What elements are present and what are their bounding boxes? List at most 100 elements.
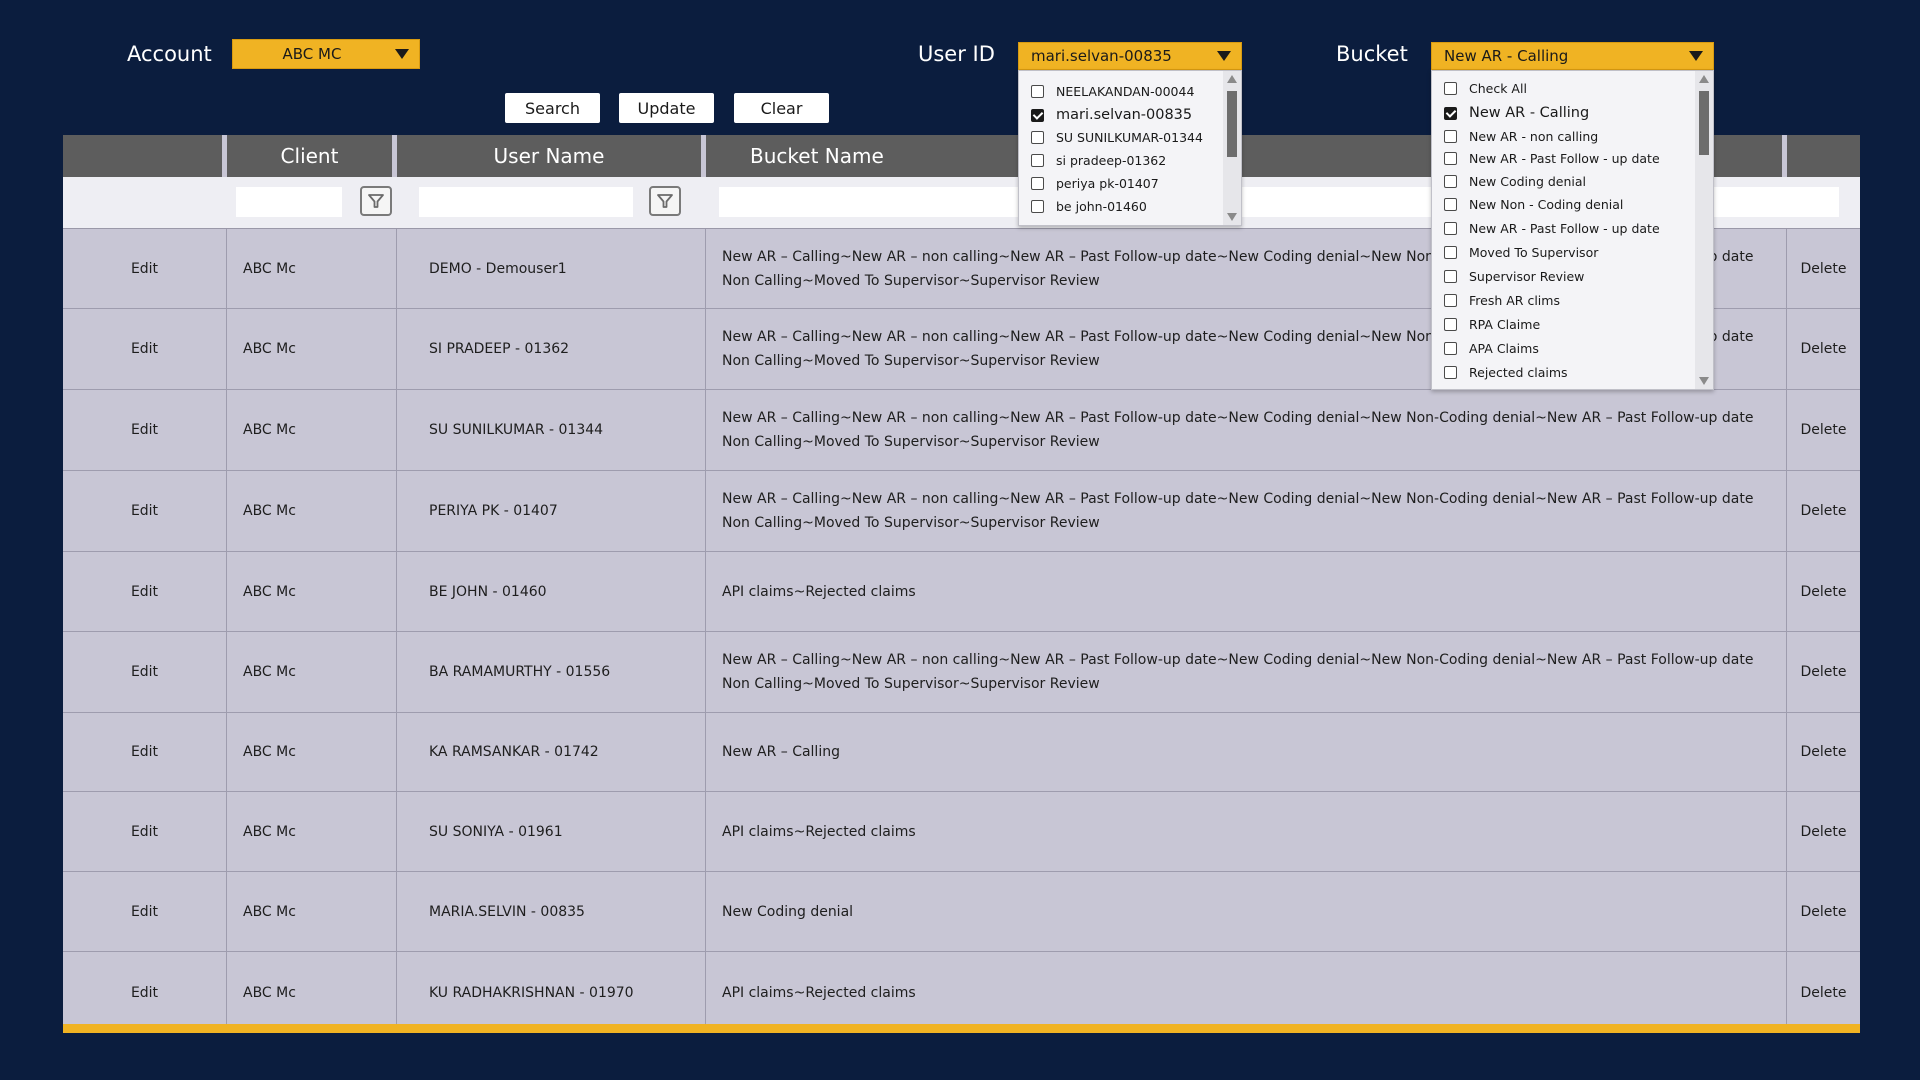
checkbox-checked-icon[interactable] <box>1444 106 1457 120</box>
edit-link[interactable]: Edit <box>63 229 227 308</box>
bucket-option[interactable]: New Non - Coding denial <box>1444 197 1623 212</box>
userid-option-label: be john-01460 <box>1056 199 1147 214</box>
edit-link[interactable]: Edit <box>63 632 227 712</box>
bucket-option[interactable]: New AR - Past Follow - up date <box>1444 221 1660 236</box>
user-name-cell: SU SONIYA - 01961 <box>397 792 706 871</box>
chevron-down-icon <box>1217 51 1231 61</box>
bucket-option-label: Supervisor Review <box>1469 269 1585 284</box>
client-filter-button[interactable] <box>360 186 392 216</box>
edit-link[interactable]: Edit <box>63 390 227 470</box>
checkbox-icon[interactable] <box>1444 270 1457 283</box>
bucket-option-label: New AR - Past Follow - up date <box>1469 221 1660 236</box>
bucket-option[interactable]: Rejected claims <box>1444 365 1568 380</box>
user-name-filter-button[interactable] <box>649 186 681 216</box>
checkbox-icon[interactable] <box>1444 294 1457 307</box>
bucket-name-cell: New AR – Calling~New AR – non calling~Ne… <box>706 390 1787 470</box>
bucket-option[interactable]: Supervisor Review <box>1444 269 1584 284</box>
scroll-down-icon[interactable] <box>1699 377 1709 385</box>
delete-link[interactable]: Delete <box>1787 952 1860 1032</box>
userid-option-label: si pradeep-01362 <box>1056 153 1167 168</box>
bucket-option[interactable]: New Coding denial <box>1444 174 1586 189</box>
bucket-select[interactable]: New AR - Calling <box>1431 42 1714 70</box>
bucket-option[interactable]: RPA Claime <box>1444 317 1540 332</box>
delete-link[interactable]: Delete <box>1787 471 1860 551</box>
userid-dropdown-scrollbar[interactable] <box>1223 71 1241 225</box>
checkbox-icon[interactable] <box>1444 222 1457 235</box>
user-name-filter-input[interactable] <box>419 187 633 217</box>
checkbox-icon[interactable] <box>1444 366 1457 379</box>
client-cell: ABC Mc <box>227 552 397 631</box>
bucket-option-label: New Coding denial <box>1469 174 1587 189</box>
checkbox-icon[interactable] <box>1444 318 1457 331</box>
column-header-bucket-name-label: Bucket Name <box>750 144 884 168</box>
client-cell: ABC Mc <box>227 229 397 308</box>
edit-link[interactable]: Edit <box>63 792 227 871</box>
bucket-option[interactable]: New AR - Calling <box>1444 105 1589 121</box>
bucket-dropdown-scrollbar[interactable] <box>1695 71 1713 389</box>
bucket-name-cell: New AR – Calling~New AR – non calling~Ne… <box>706 471 1787 551</box>
edit-link[interactable]: Edit <box>63 552 227 631</box>
account-select[interactable]: ABC MC <box>232 39 420 69</box>
userid-option[interactable]: be john-01460 <box>1031 199 1147 214</box>
bucket-option[interactable]: New AR - Past Follow - up date <box>1444 151 1660 166</box>
scroll-thumb[interactable] <box>1699 91 1709 155</box>
edit-link[interactable]: Edit <box>63 952 227 1032</box>
update-button[interactable]: Update <box>619 93 714 123</box>
userid-option[interactable]: mari.selvan-00835 <box>1031 107 1192 123</box>
scroll-thumb[interactable] <box>1227 91 1237 157</box>
user-name-cell: SI PRADEEP - 01362 <box>397 309 706 389</box>
scroll-up-icon[interactable] <box>1227 75 1237 83</box>
checkbox-icon[interactable] <box>1031 131 1044 144</box>
table-row: Edit ABC Mc MARIA.SELVIN - 00835 New Coding… <box>63 872 1860 952</box>
checkbox-icon[interactable] <box>1444 198 1457 211</box>
filter-icon <box>368 194 384 208</box>
bucket-option[interactable]: Check All <box>1444 81 1527 96</box>
filter-icon <box>657 194 673 208</box>
bucket-option-label: APA Claims <box>1469 341 1539 356</box>
checkbox-icon[interactable] <box>1031 200 1044 213</box>
checkbox-icon[interactable] <box>1031 85 1044 98</box>
bucket-option[interactable]: Fresh AR clims <box>1444 293 1560 308</box>
edit-link[interactable]: Edit <box>63 872 227 951</box>
checkbox-icon[interactable] <box>1444 130 1457 143</box>
clear-button[interactable]: Clear <box>734 93 829 123</box>
bucket-option[interactable]: Moved To Supervisor <box>1444 245 1598 260</box>
userid-select-value: mari.selvan-00835 <box>1031 47 1172 65</box>
scroll-down-icon[interactable] <box>1227 213 1237 221</box>
userid-dropdown-panel: NEELAKANDAN-00044 mari.selvan-00835 SU SUN… <box>1018 70 1242 226</box>
delete-link[interactable]: Delete <box>1787 632 1860 712</box>
client-cell: ABC Mc <box>227 952 397 1032</box>
edit-link[interactable]: Edit <box>63 309 227 389</box>
checkbox-icon[interactable] <box>1444 342 1457 355</box>
delete-link[interactable]: Delete <box>1787 552 1860 631</box>
checkbox-icon[interactable] <box>1444 82 1457 95</box>
bucket-option[interactable]: APA Claims <box>1444 341 1539 356</box>
userid-option[interactable]: NEELAKANDAN-00044 <box>1031 84 1194 99</box>
bucket-select-value: New AR - Calling <box>1444 47 1569 65</box>
checkbox-icon[interactable] <box>1031 154 1044 167</box>
search-button[interactable]: Search <box>505 93 600 123</box>
checkbox-checked-icon[interactable] <box>1031 108 1044 122</box>
column-header-edit <box>63 135 227 177</box>
delete-link[interactable]: Delete <box>1787 390 1860 470</box>
client-filter-input[interactable] <box>236 187 342 217</box>
userid-select[interactable]: mari.selvan-00835 <box>1018 42 1242 70</box>
userid-option[interactable]: SU SUNILKUMAR-01344 <box>1031 130 1203 145</box>
userid-option[interactable]: periya pk-01407 <box>1031 176 1159 191</box>
table-row: Edit ABC Mc BA RAMAMURTHY - 01556 New AR – … <box>63 632 1860 713</box>
checkbox-icon[interactable] <box>1444 246 1457 259</box>
delete-link[interactable]: Delete <box>1787 792 1860 871</box>
delete-link[interactable]: Delete <box>1787 872 1860 951</box>
checkbox-icon[interactable] <box>1444 175 1457 188</box>
column-header-delete <box>1787 135 1860 177</box>
delete-link[interactable]: Delete <box>1787 229 1860 308</box>
checkbox-icon[interactable] <box>1031 177 1044 190</box>
delete-link[interactable]: Delete <box>1787 713 1860 791</box>
edit-link[interactable]: Edit <box>63 471 227 551</box>
bucket-option[interactable]: New AR - non calling <box>1444 129 1598 144</box>
userid-option[interactable]: si pradeep-01362 <box>1031 153 1166 168</box>
delete-link[interactable]: Delete <box>1787 309 1860 389</box>
scroll-up-icon[interactable] <box>1699 75 1709 83</box>
checkbox-icon[interactable] <box>1444 152 1457 165</box>
edit-link[interactable]: Edit <box>63 713 227 791</box>
